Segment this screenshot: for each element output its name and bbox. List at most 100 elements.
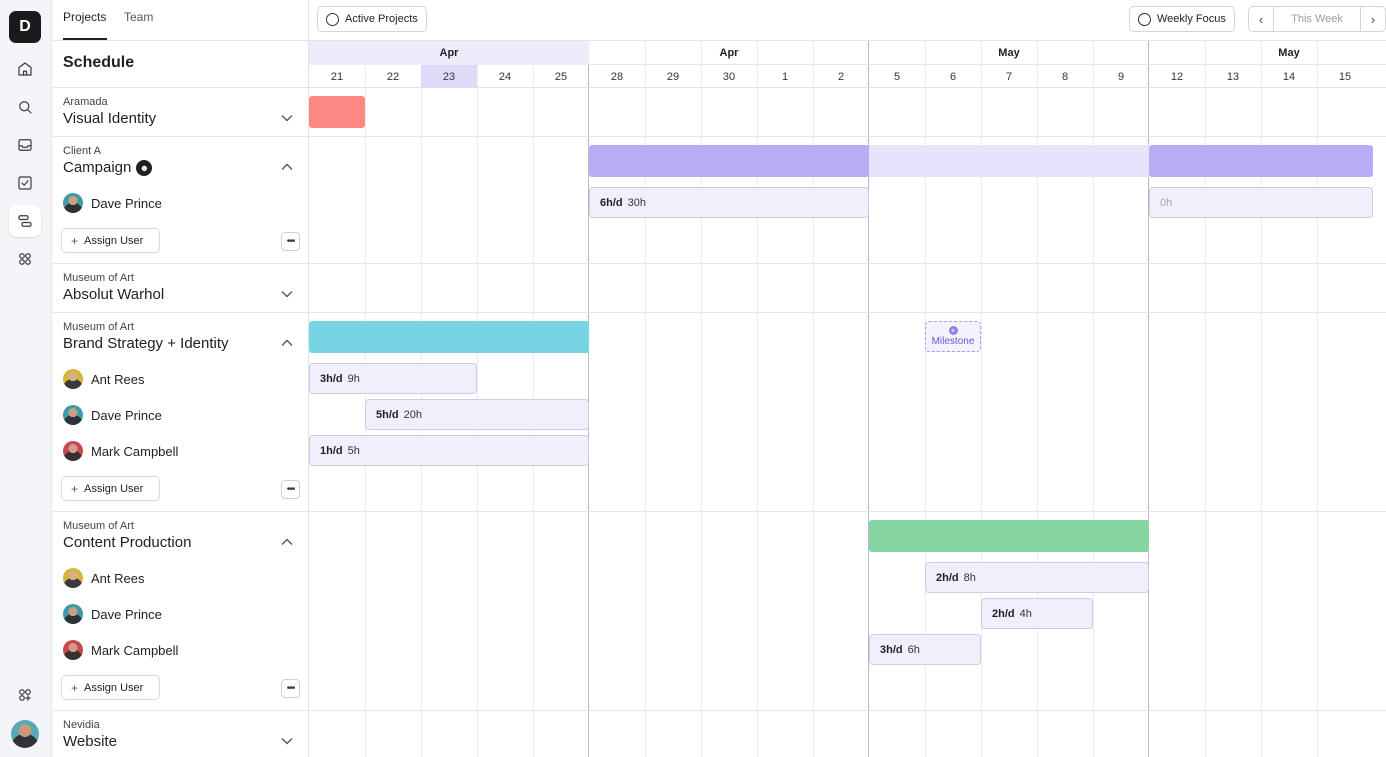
project-absolut-warhol[interactable]: Museum of Art Absolut Warhol <box>53 264 308 313</box>
user-row[interactable]: Mark Campbell <box>63 640 178 660</box>
allocation-bar[interactable]: 6h/d 30h <box>589 187 869 218</box>
client-name: Museum of Art <box>63 520 134 532</box>
search-icon[interactable] <box>9 91 41 123</box>
project-name: Content Production <box>63 534 192 551</box>
more-icon[interactable]: ••• <box>281 232 300 251</box>
allocation-bar[interactable]: 5h/d 20h <box>365 399 589 430</box>
allocation-bar[interactable]: 2h/d 4h <box>981 598 1093 629</box>
chevron-down-icon[interactable] <box>281 732 293 745</box>
day-label: 6 <box>949 70 957 83</box>
inbox-icon[interactable] <box>9 129 41 161</box>
project-content-production[interactable]: Museum of Art Content Production Ant Ree… <box>53 512 308 711</box>
project-visual-identity[interactable]: Aramada Visual Identity <box>53 88 308 137</box>
chevron-down-icon[interactable] <box>281 285 293 298</box>
app-logo[interactable]: D <box>9 11 41 43</box>
apps-icon[interactable] <box>9 243 41 275</box>
project-bar-content-production[interactable] <box>869 520 1149 552</box>
project-brand-strategy[interactable]: Museum of Art Brand Strategy + Identity … <box>53 313 308 512</box>
week-navigator: ‹ This Week › <box>1248 6 1386 32</box>
tasks-icon[interactable] <box>9 167 41 199</box>
month-label: May <box>1278 47 1300 59</box>
avatar <box>63 193 83 213</box>
client-name: Museum of Art <box>63 321 134 333</box>
avatar <box>63 604 83 624</box>
assign-user-button[interactable]: + Assign User <box>61 476 160 501</box>
allocation-bar[interactable]: 2h/d 8h <box>925 562 1149 593</box>
project-bar-brand-strategy[interactable] <box>309 321 589 353</box>
panel-tabs: Projects Team <box>53 0 308 41</box>
month-label: May <box>998 47 1020 59</box>
active-projects-button[interactable]: Active Projects <box>317 6 427 32</box>
day-label-today: 23 <box>421 65 477 88</box>
day-label: 28 <box>610 70 624 83</box>
project-name: Brand Strategy + Identity <box>63 335 229 352</box>
tab-projects[interactable]: Projects <box>63 10 106 24</box>
chevron-up-icon[interactable] <box>281 533 293 545</box>
allocation-bar[interactable]: 1h/d 5h <box>309 435 589 466</box>
allocation-bar[interactable]: 3h/d 6h <box>869 634 981 665</box>
project-name: Website <box>63 733 117 750</box>
schedule-grid: Apr Apr May May 21 22 23 24 25 28 29 30 … <box>309 41 1386 757</box>
project-panel: Projects Team Schedule Aramada Visual Id… <box>53 0 309 757</box>
project-website[interactable]: Nevidia Website <box>53 711 308 757</box>
day-label: 14 <box>1282 70 1296 83</box>
shared-icon: ☻ <box>136 159 153 176</box>
user-row[interactable]: Dave Prince <box>63 604 162 624</box>
schedule-icon[interactable] <box>9 205 41 237</box>
home-icon[interactable] <box>9 53 41 85</box>
day-label: 12 <box>1170 70 1184 83</box>
chevron-up-icon[interactable] <box>281 158 293 170</box>
project-bar-campaign-gap[interactable] <box>869 145 1149 177</box>
this-week-button[interactable]: This Week <box>1274 13 1360 25</box>
user-row[interactable]: Dave Prince <box>63 193 162 213</box>
more-icon[interactable]: ••• <box>281 480 300 499</box>
assign-user-button[interactable]: + Assign User <box>61 228 160 253</box>
allocation-bar[interactable]: 0h <box>1149 187 1373 218</box>
tab-team[interactable]: Team <box>124 10 153 24</box>
project-campaign[interactable]: Client A Campaign ☻ Dave Prince + Assign U… <box>53 137 308 264</box>
project-name: Campaign ☻ <box>63 159 153 176</box>
day-label: 9 <box>1117 70 1125 83</box>
chevron-right-icon[interactable]: › <box>1360 7 1385 31</box>
client-name: Aramada <box>63 96 108 108</box>
day-label: 7 <box>1005 70 1013 83</box>
month-label: Apr <box>719 47 739 59</box>
chevron-down-icon[interactable] <box>281 109 293 122</box>
chevron-up-icon[interactable] <box>281 334 293 346</box>
nav-rail: D <box>0 0 52 757</box>
project-bar-campaign[interactable] <box>1149 145 1373 177</box>
user-row[interactable]: Ant Rees <box>63 568 144 588</box>
user-row[interactable]: Dave Prince <box>63 405 162 425</box>
day-label: 25 <box>554 70 568 83</box>
assign-user-button[interactable]: + Assign User <box>61 675 160 700</box>
month-label: Apr <box>309 41 589 65</box>
weekly-focus-button[interactable]: Weekly Focus <box>1129 6 1235 32</box>
avatar <box>63 640 83 660</box>
day-label: 30 <box>722 70 736 83</box>
project-bar-visual-identity[interactable] <box>309 96 365 128</box>
more-icon[interactable]: ••• <box>281 679 300 698</box>
allocation-bar[interactable]: 3h/d 9h <box>309 363 477 394</box>
day-label: 24 <box>498 70 512 83</box>
project-name: Absolut Warhol <box>63 286 165 303</box>
avatar <box>63 369 83 389</box>
current-user-avatar[interactable] <box>11 720 39 748</box>
plus-icon: + <box>948 326 958 335</box>
plus-icon: + <box>71 233 79 248</box>
day-label: 5 <box>893 70 901 83</box>
toolbar: Active Projects Weekly Focus ‹ This Week… <box>309 0 1386 41</box>
client-name: Nevidia <box>63 719 100 731</box>
day-label: 29 <box>666 70 680 83</box>
month-header: Apr Apr May May <box>309 41 1386 65</box>
avatar <box>63 405 83 425</box>
add-apps-icon[interactable] <box>9 679 41 711</box>
chevron-left-icon[interactable]: ‹ <box>1249 7 1274 31</box>
milestone-marker[interactable]: + Milestone <box>925 321 981 352</box>
circle-icon <box>1138 12 1151 26</box>
project-name: Visual Identity <box>63 110 157 127</box>
avatar <box>63 568 83 588</box>
user-row[interactable]: Ant Rees <box>63 369 144 389</box>
project-bar-campaign[interactable] <box>589 145 869 177</box>
user-row[interactable]: Mark Campbell <box>63 441 178 461</box>
day-label: 2 <box>837 70 845 83</box>
